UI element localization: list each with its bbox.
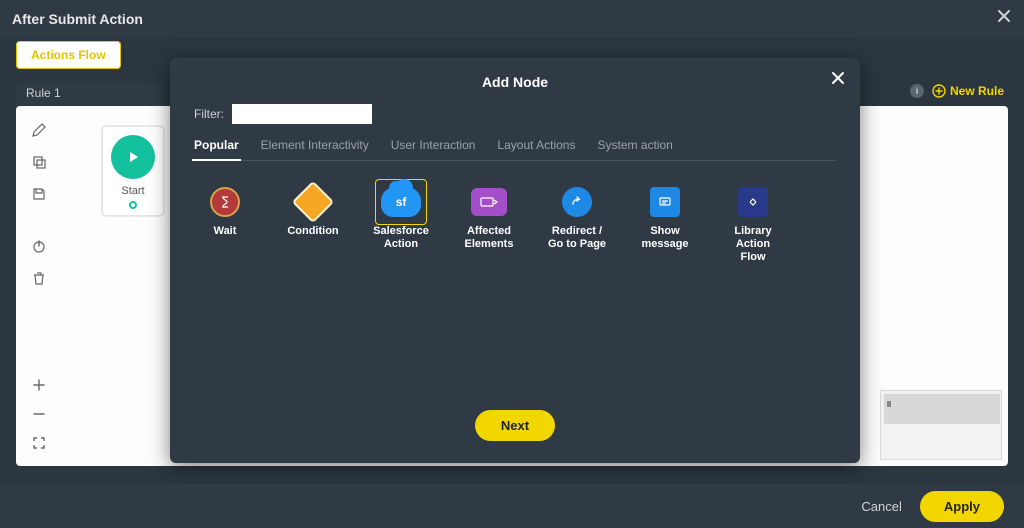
modal-title: Add Node: [194, 74, 836, 90]
tab-rule-1[interactable]: Rule 1: [16, 82, 164, 106]
node-library-label: Library Action Flow: [722, 225, 784, 265]
node-salesforce-action[interactable]: sf Salesforce Action: [370, 179, 432, 265]
tab-element-interactivity[interactable]: Element Interactivity: [261, 138, 369, 152]
canvas-toolbar: [24, 120, 54, 288]
plus-circle-icon: [932, 84, 946, 98]
header-title: After Submit Action: [12, 11, 143, 27]
node-condition-label: Condition: [287, 225, 338, 238]
start-node-port[interactable]: [129, 201, 137, 209]
modal-tabs: Popular Element Interactivity User Inter…: [194, 138, 836, 161]
play-icon: [111, 135, 155, 179]
canvas-zoom-controls: [24, 377, 54, 456]
node-condition[interactable]: Condition: [282, 179, 344, 265]
fullscreen-icon[interactable]: [31, 435, 47, 456]
zoom-in-icon[interactable]: [31, 377, 47, 398]
minimap[interactable]: [880, 390, 1002, 460]
tab-system-action[interactable]: System action: [597, 138, 672, 152]
filter-row: Filter:: [194, 104, 836, 124]
node-message-label: Show message: [634, 225, 696, 251]
new-rule-label: New Rule: [950, 84, 1004, 98]
message-icon: [650, 187, 680, 217]
start-node[interactable]: Start: [102, 126, 164, 216]
diamond-icon: [292, 181, 334, 223]
trash-icon[interactable]: [29, 268, 49, 288]
redirect-icon: [562, 187, 592, 217]
library-icon: [738, 187, 768, 217]
hourglass-icon: [210, 187, 240, 217]
node-show-message[interactable]: Show message: [634, 179, 696, 265]
tab-actions-flow[interactable]: Actions Flow: [16, 41, 121, 69]
node-affected-elements[interactable]: Affected Elements: [458, 179, 520, 265]
save-icon[interactable]: [29, 184, 49, 204]
elements-icon: [471, 188, 507, 216]
add-node-modal: Add Node Filter: Popular Element Interac…: [170, 58, 860, 463]
node-redirect[interactable]: Redirect / Go to Page: [546, 179, 608, 265]
modal-close-icon[interactable]: [830, 70, 846, 91]
tabbar: Actions Flow: [16, 46, 121, 64]
node-redirect-label: Redirect / Go to Page: [546, 225, 608, 251]
power-icon[interactable]: [29, 236, 49, 256]
tab-popular[interactable]: Popular: [194, 138, 239, 152]
tab-user-interaction[interactable]: User Interaction: [391, 138, 476, 152]
node-affected-label: Affected Elements: [458, 225, 520, 251]
next-button[interactable]: Next: [475, 410, 555, 441]
node-palette: Wait Condition sf Salesforce Action Affe…: [194, 179, 836, 265]
node-salesforce-label: Salesforce Action: [370, 225, 432, 251]
zoom-out-icon[interactable]: [31, 406, 47, 427]
copy-icon[interactable]: [29, 152, 49, 172]
cloud-icon: sf: [381, 187, 421, 217]
apply-button[interactable]: Apply: [920, 491, 1004, 522]
tab-layout-actions[interactable]: Layout Actions: [497, 138, 575, 152]
modal-header: After Submit Action: [0, 0, 1024, 38]
cancel-button[interactable]: Cancel: [861, 499, 901, 514]
start-node-label: Start: [109, 185, 157, 197]
node-wait[interactable]: Wait: [194, 179, 256, 265]
node-library-action-flow[interactable]: Library Action Flow: [722, 179, 784, 265]
new-rule-button[interactable]: i New Rule: [910, 84, 1004, 98]
filter-label: Filter:: [194, 107, 224, 121]
dialog-footer: Cancel Apply: [0, 484, 1024, 528]
node-wait-label: Wait: [214, 225, 237, 238]
info-badge: i: [910, 84, 924, 98]
edit-icon[interactable]: [29, 120, 49, 140]
filter-input[interactable]: [232, 104, 372, 124]
close-icon[interactable]: [996, 8, 1012, 29]
